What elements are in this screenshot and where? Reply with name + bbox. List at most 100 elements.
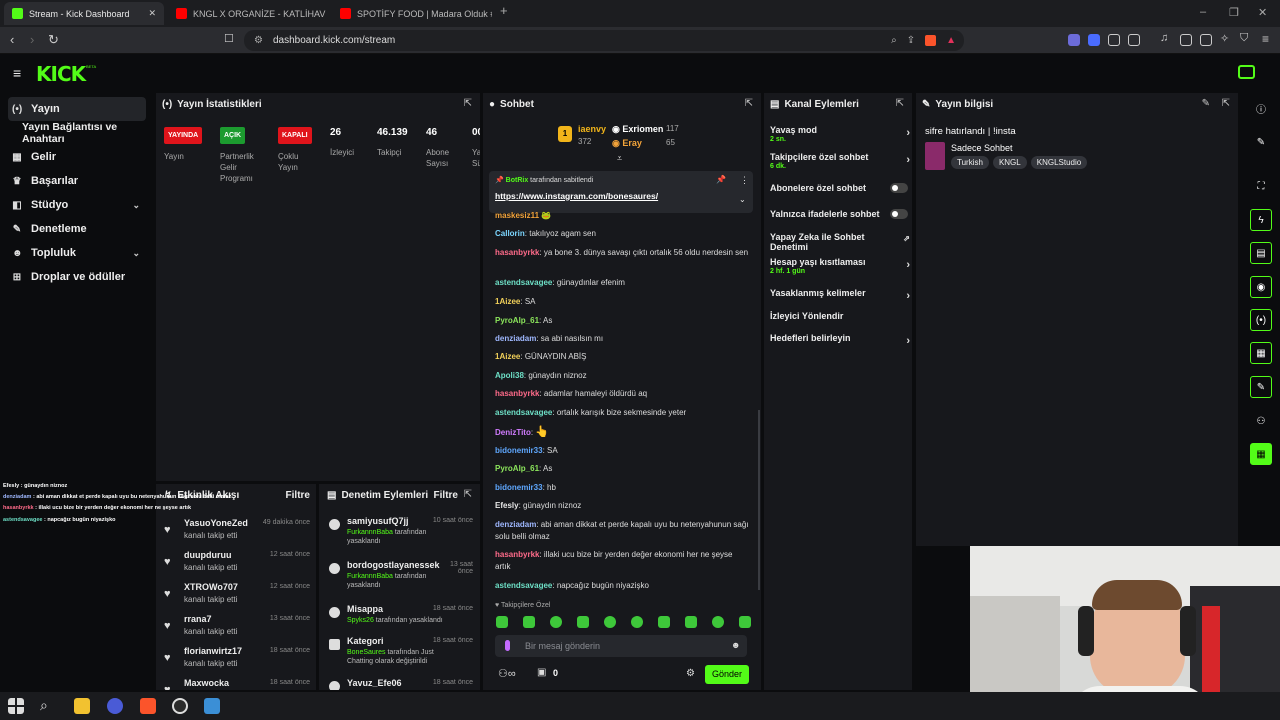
username[interactable]: Yavuz_Efe06 — [347, 678, 402, 688]
username[interactable]: YasuoYoneZed — [184, 518, 248, 528]
username[interactable]: Maxwocka — [184, 678, 229, 688]
vpn-icon[interactable]: ⛉ — [1240, 32, 1248, 45]
app-icon[interactable] — [204, 698, 220, 714]
filter-button[interactable]: Filtre — [286, 490, 310, 501]
info-icon[interactable]: ⓘ — [1250, 97, 1272, 119]
category-name[interactable]: Sadece Sohbet — [951, 143, 1013, 153]
emote-icon[interactable] — [577, 616, 589, 628]
brave-icon[interactable] — [140, 698, 156, 714]
window-close-button[interactable]: ✕ — [1258, 6, 1267, 19]
send-button[interactable]: Gönder — [705, 665, 749, 684]
emote-icon[interactable] — [685, 616, 697, 628]
chat-username[interactable]: hasanbyrkk — [495, 550, 539, 559]
layout-icon[interactable]: ▦ — [1250, 342, 1272, 364]
emote-icon[interactable] — [550, 616, 562, 628]
username[interactable]: rrana7 — [184, 614, 212, 624]
chat-username[interactable]: hasanbyrkk — [495, 248, 539, 257]
leaderboard-name[interactable]: Eray — [622, 138, 642, 148]
pin-icon[interactable]: 📌 — [716, 175, 726, 184]
username[interactable]: Misappa — [347, 604, 383, 614]
extension-icon[interactable] — [1108, 34, 1120, 46]
tag-chip[interactable]: Turkish — [951, 156, 989, 169]
chat-username[interactable]: 1Aizee — [495, 297, 520, 306]
sidebar-item-gelir[interactable]: ▦ Gelir — [8, 145, 146, 169]
moderator-name[interactable]: FurkannnBaba — [347, 529, 393, 536]
chat-username[interactable]: hasanbyrkk — [495, 389, 539, 398]
chat-username[interactable]: Apoli38 — [495, 371, 524, 380]
lightning-icon[interactable]: ϟ — [1250, 209, 1272, 231]
menu-icon[interactable]: ≡ — [1262, 32, 1269, 46]
new-tab-button[interactable]: + — [500, 3, 508, 18]
chat-input[interactable]: Bir mesaj gönderin ☻ — [495, 635, 747, 657]
sidebar-item-topluluk[interactable]: ☻ Topluluk ⌄ — [8, 241, 146, 265]
expand-arrow-icon[interactable]: ⩡ — [617, 153, 622, 164]
popout-icon[interactable]: ⇱ — [464, 98, 472, 109]
more-options-icon[interactable]: ⋮ — [740, 175, 749, 186]
username[interactable]: florianwirtz17 — [184, 646, 242, 656]
chat-username[interactable]: denziadam — [495, 334, 536, 343]
tab-youtube-2[interactable]: SPOTİFY FOOD | Madara Olduk #658 — [332, 2, 492, 25]
chat-bubble-icon[interactable]: ◉ — [1250, 276, 1272, 298]
filter-button[interactable]: Filtre — [434, 490, 458, 501]
community-icon[interactable]: ⚇ — [1250, 410, 1272, 432]
chat-username[interactable]: maskesiz11 — [495, 211, 539, 220]
back-icon[interactable]: ‹ — [10, 32, 14, 47]
action-banned-words[interactable]: Yasaklanmış kelimeler › — [770, 288, 910, 302]
tag-chip[interactable]: KNGL — [992, 156, 1027, 169]
emote-icon[interactable] — [631, 616, 643, 628]
emote-icon[interactable] — [712, 616, 724, 628]
emoji-icon[interactable]: ☻ — [731, 640, 740, 650]
username[interactable]: duupduruu — [184, 550, 231, 560]
emote-icon[interactable] — [658, 616, 670, 628]
hamburger-menu-icon[interactable]: ≡ — [13, 65, 21, 81]
settings-gear-icon[interactable]: ⚙ — [686, 668, 695, 679]
address-bar[interactable]: ⚙ dashboard.kick.com/stream ⌕ ⇪ ▲ — [244, 30, 964, 51]
extension-icon[interactable] — [1088, 34, 1100, 46]
username[interactable]: bordogostlayanessek — [347, 560, 440, 570]
emote-icon[interactable] — [496, 616, 508, 628]
restore-button[interactable]: ❐ — [1229, 6, 1239, 19]
action-slow-mode[interactable]: Yavaş mod 2 sn. › — [770, 125, 910, 143]
toggle-switch[interactable] — [890, 209, 908, 219]
pinned-link[interactable]: https://www.instagram.com/bonesaures/ — [495, 191, 658, 201]
site-info-icon[interactable]: ⚙ — [254, 35, 263, 46]
leaderboard-name[interactable]: Exriomen — [622, 124, 663, 134]
leo-ai-icon[interactable]: ✧ — [1220, 32, 1229, 45]
pencil-icon[interactable]: ✎ — [1250, 131, 1272, 153]
emote-icon[interactable] — [604, 616, 616, 628]
share-icon[interactable]: ⇪ — [907, 35, 915, 46]
chat-username[interactable]: 1Aizee — [495, 352, 520, 361]
username[interactable]: XTROWo707 — [184, 582, 238, 592]
pinned-by[interactable]: BotRix — [506, 177, 529, 184]
discord-icon[interactable] — [107, 698, 123, 714]
sidebar-item-droplar[interactable]: ⊞ Droplar ve ödüller — [8, 265, 146, 289]
leaderboard-name[interactable]: iaenvy — [578, 124, 606, 134]
popout-icon[interactable]: ⇱ — [464, 489, 472, 500]
microphone-icon[interactable] — [505, 640, 510, 651]
search-icon[interactable]: ⌕ — [40, 697, 48, 714]
popout-icon[interactable]: ⇱ — [1222, 98, 1230, 109]
edit-icon[interactable]: ✎ — [1202, 98, 1210, 109]
popout-icon[interactable]: ⇱ — [896, 98, 904, 109]
chat-username[interactable]: denziadam — [495, 520, 536, 529]
gift-icon[interactable]: ▣ — [537, 667, 546, 678]
close-icon[interactable]: ✕ — [148, 8, 156, 19]
broadcast-icon[interactable]: (•) — [1250, 309, 1272, 331]
popout-icon[interactable]: ⇱ — [745, 98, 753, 109]
file-explorer-icon[interactable] — [74, 698, 90, 714]
sidebar-item-studyo[interactable]: ◧ Stüdyo ⌄ — [8, 193, 146, 217]
kick-logo[interactable]: KICK — [36, 62, 86, 86]
user-avatar-icon[interactable] — [1238, 65, 1255, 79]
chat-username[interactable]: DenizTito — [495, 428, 531, 437]
chat-username[interactable]: astendsavagee — [495, 278, 552, 287]
windows-start-icon[interactable] — [8, 698, 24, 714]
bookmark-icon[interactable]: ☐ — [224, 32, 234, 45]
username[interactable]: Kategori — [347, 636, 384, 646]
emote-icon[interactable] — [523, 616, 535, 628]
wrench-icon[interactable]: ✎ — [1250, 376, 1272, 398]
community-icon[interactable]: ⚇∞ — [498, 667, 516, 680]
chat-username[interactable]: PyroAlp_61 — [495, 316, 539, 325]
minimize-button[interactable]: – — [1200, 6, 1206, 18]
apps-icon[interactable]: ▦ — [1250, 443, 1272, 465]
tag-chip[interactable]: KNGLStudio — [1030, 156, 1088, 169]
